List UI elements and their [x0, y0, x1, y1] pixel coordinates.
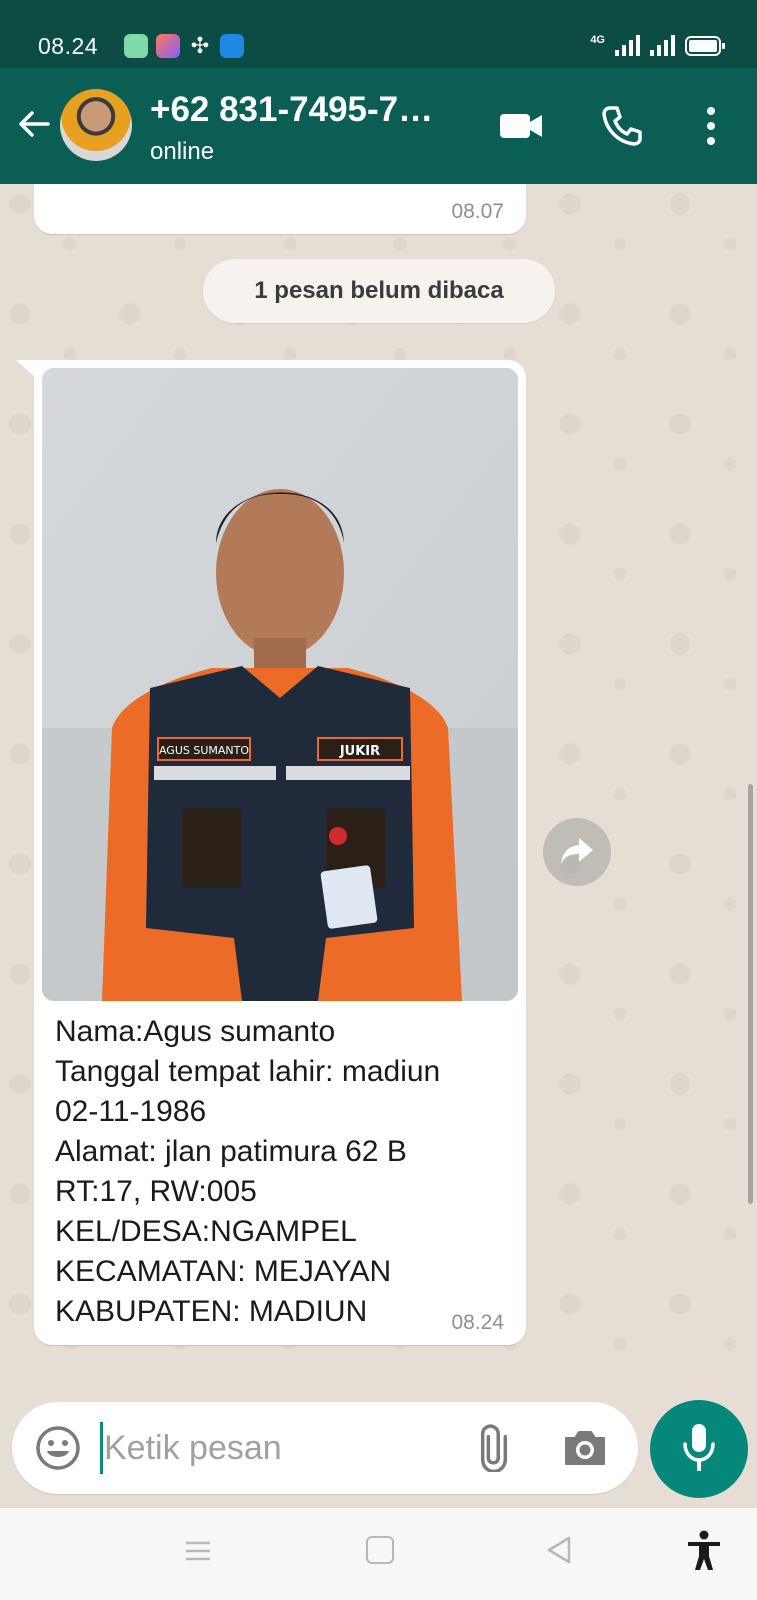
contact-avatar[interactable]: [60, 89, 132, 161]
accessibility-icon[interactable]: [686, 1530, 722, 1572]
chat-area[interactable]: 08.07 1 pesan belum dibaca AGUS SUMANTO …: [0, 184, 757, 1394]
message-time: 08.07: [451, 200, 504, 223]
caption-line: KECAMATAN: MEJAYAN: [55, 1255, 392, 1288]
image-message-bubble[interactable]: AGUS SUMANTO JUKIR Nama:Agus sumanto Tan…: [34, 360, 526, 1345]
contact-name[interactable]: +62 831-7495-7…: [150, 90, 460, 130]
composer-bar: [0, 1394, 757, 1508]
forward-button[interactable]: [543, 818, 611, 886]
system-navigation-bar: [0, 1508, 757, 1600]
caption-line: 02-11-1986: [55, 1095, 207, 1128]
network-type-label: 4G: [590, 34, 605, 46]
video-call-icon[interactable]: [498, 110, 544, 142]
back-arrow-icon[interactable]: [14, 104, 54, 144]
status-indicators: 4G: [590, 34, 725, 56]
message-input[interactable]: [104, 1416, 444, 1480]
status-bar: 08.24 ✣ 4G: [0, 0, 757, 68]
blue-app-icon: [220, 34, 244, 58]
unread-messages-banner: 1 pesan belum dibaca: [203, 259, 555, 323]
message-composer: [12, 1402, 638, 1494]
chat-header: +62 831-7495-7… online: [0, 68, 757, 184]
camera-icon[interactable]: [562, 1426, 608, 1470]
gallery-app-icon: [124, 34, 148, 58]
voice-call-icon[interactable]: [600, 104, 644, 148]
caption-line: Tanggal tempat lahir: madiun: [55, 1055, 441, 1088]
contact-status: online: [150, 138, 215, 165]
status-time: 08.24: [38, 33, 99, 59]
home-icon[interactable]: [366, 1536, 394, 1564]
scrollbar-thumb[interactable]: [748, 784, 753, 1204]
previous-message-bubble[interactable]: 08.07: [34, 184, 526, 234]
recent-apps-icon[interactable]: [183, 1536, 213, 1566]
status-app-icons: ✣: [124, 34, 244, 58]
more-options-icon[interactable]: [698, 104, 724, 148]
message-time: 08.24: [451, 1311, 504, 1334]
bubble-tail: [16, 360, 36, 378]
pinwheel-app-icon: ✣: [190, 33, 210, 58]
person-photo-illustration: AGUS SUMANTO JUKIR: [42, 368, 518, 1001]
voice-message-button[interactable]: [650, 1400, 748, 1498]
forward-arrow-icon: [561, 838, 593, 865]
caption-line: RT:17, RW:005: [55, 1175, 257, 1208]
nav-back-icon[interactable]: [544, 1534, 574, 1566]
photo-patch-left: AGUS SUMANTO: [159, 744, 249, 757]
color-app-icon: [156, 34, 180, 58]
caption-line: KABUPATEN: MADIUN: [55, 1295, 368, 1328]
signal-bars-2-icon: [650, 34, 675, 56]
message-photo[interactable]: AGUS SUMANTO JUKIR: [42, 368, 518, 1001]
emoji-icon[interactable]: [34, 1424, 82, 1472]
battery-icon: [685, 36, 725, 56]
attachment-icon[interactable]: [470, 1424, 518, 1472]
caption-line: Alamat: jlan patimura 62 B: [55, 1135, 407, 1168]
signal-bars-1-icon: [615, 34, 640, 56]
photo-patch-right: JUKIR: [339, 744, 380, 759]
caption-line: KEL/DESA:NGAMPEL: [55, 1215, 357, 1248]
message-caption: Nama:Agus sumanto Tanggal tempat lahir: …: [55, 1012, 505, 1332]
text-cursor: [100, 1422, 103, 1474]
caption-line: Nama:Agus sumanto: [55, 1015, 336, 1048]
microphone-icon: [683, 1424, 715, 1471]
